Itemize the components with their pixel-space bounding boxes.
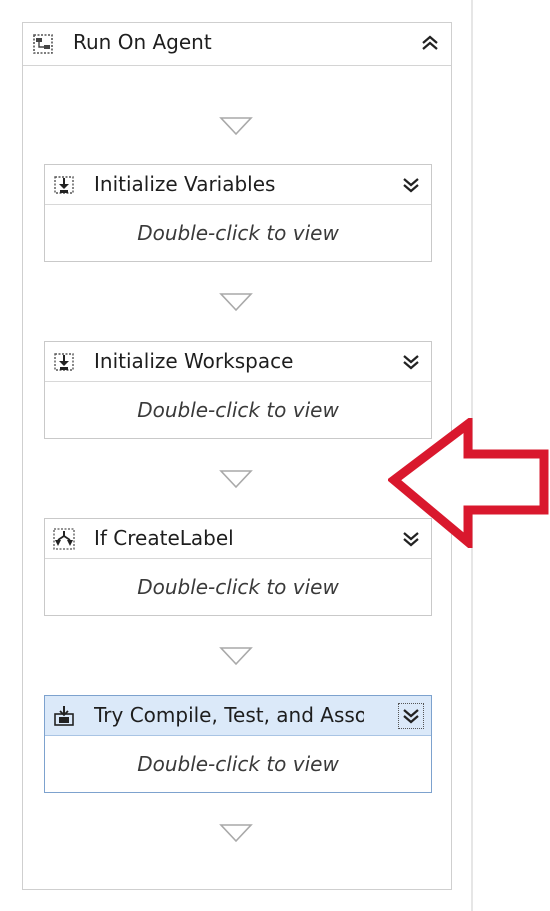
activity-body-hint: Double-click to view (137, 221, 339, 245)
drop-target-arrow-icon[interactable] (219, 292, 253, 312)
annotation-arrow-icon (388, 418, 549, 548)
expand-chevron-down-icon[interactable] (400, 351, 422, 373)
drop-target-arrow-icon[interactable] (219, 646, 253, 666)
sequence-title: Run On Agent (73, 30, 212, 54)
activity-if-createlabel[interactable]: If CreateLabel Double-click to view (44, 518, 432, 616)
assign-activity-icon (54, 176, 74, 194)
activity-body-hint: Double-click to view (137, 752, 339, 776)
activity-try-compile-test[interactable]: Try Compile, Test, and Associate Double-… (44, 695, 432, 793)
assign-activity-icon (54, 353, 74, 371)
sequence-header: Run On Agent (23, 23, 451, 66)
activity-title: Initialize Variables (94, 172, 276, 196)
activity-header: If CreateLabel (45, 519, 431, 559)
activity-initialize-workspace[interactable]: Initialize Workspace Double-click to vie… (44, 341, 432, 439)
expand-chevron-down-icon[interactable] (398, 703, 424, 729)
drop-target-arrow-icon[interactable] (219, 469, 253, 489)
activity-body-hint: Double-click to view (137, 398, 339, 422)
activity-title: Try Compile, Test, and Associate (94, 703, 364, 727)
activity-header: Try Compile, Test, and Associate (45, 696, 431, 736)
collapse-chevron-up-icon[interactable] (419, 32, 441, 54)
if-branch-icon (53, 528, 75, 550)
activity-header: Initialize Workspace (45, 342, 431, 382)
expand-chevron-down-icon[interactable] (400, 174, 422, 196)
try-catch-icon (54, 706, 74, 726)
activity-initialize-variables[interactable]: Initialize Variables Double-click to vie… (44, 164, 432, 262)
activity-title: If CreateLabel (94, 526, 234, 550)
activity-header: Initialize Variables (45, 165, 431, 205)
drop-target-arrow-icon[interactable] (219, 823, 253, 843)
drop-target-arrow-icon[interactable] (219, 116, 253, 136)
activity-body-hint: Double-click to view (137, 575, 339, 599)
activity-title: Initialize Workspace (94, 349, 294, 373)
sequence-icon (33, 34, 53, 54)
